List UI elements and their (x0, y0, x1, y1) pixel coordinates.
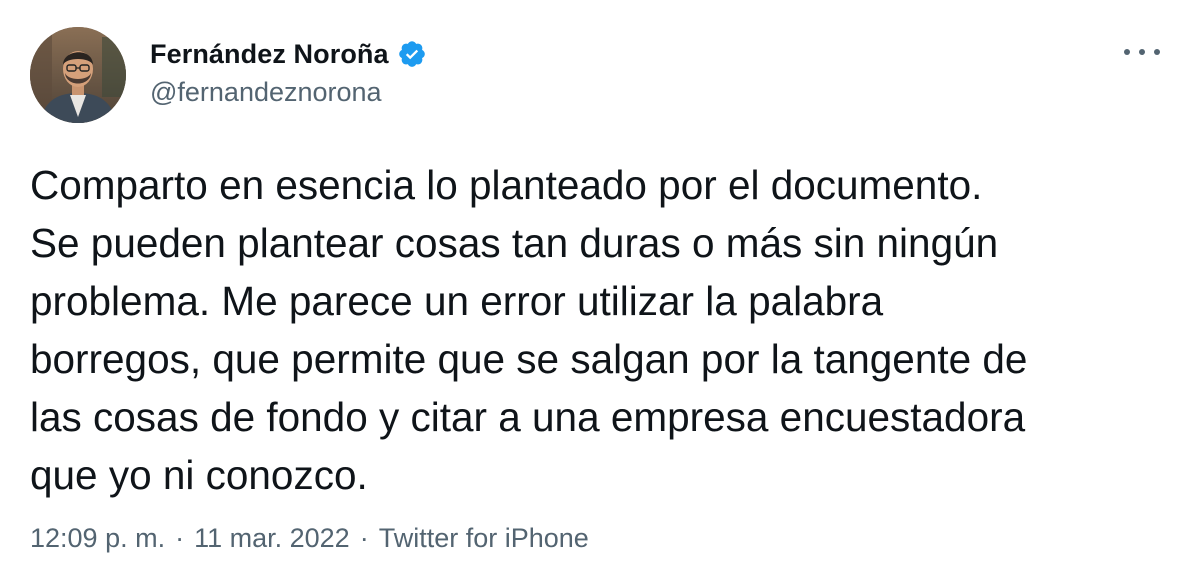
tweet-source: Twitter for iPhone (378, 523, 589, 553)
more-horizontal-icon (1139, 49, 1145, 55)
tweet-card: Fernández Noroña @fernandeznorona Compar… (0, 0, 1196, 582)
more-horizontal-icon (1154, 49, 1160, 55)
tweet-time-link[interactable]: 12:09 p. m. (30, 523, 165, 554)
meta-separator: · (359, 523, 369, 553)
verified-badge-icon (397, 39, 427, 69)
profile-photo-icon (30, 27, 126, 123)
tweet-date: 11 mar. 2022 (194, 523, 350, 553)
tweet-source-link[interactable]: Twitter for iPhone (379, 523, 589, 554)
tweet-date-link[interactable]: 11 mar. 2022 (194, 523, 350, 554)
avatar[interactable] (30, 27, 126, 123)
author-display-name[interactable]: Fernández Noroña (150, 39, 389, 70)
author-handle[interactable]: @fernandeznorona (150, 77, 382, 108)
tweet-text: Comparto en esencia lo planteado por el … (30, 162, 1028, 498)
tweet-time: 12:09 p. m. (30, 523, 166, 553)
tweet-metadata: 12:09 p. m. · 11 mar. 2022 · Twitter for… (30, 523, 589, 554)
more-horizontal-icon (1124, 49, 1130, 55)
meta-separator: · (175, 523, 185, 553)
author-name-row[interactable]: Fernández Noroña (150, 36, 427, 72)
more-options-button[interactable] (1124, 38, 1160, 66)
